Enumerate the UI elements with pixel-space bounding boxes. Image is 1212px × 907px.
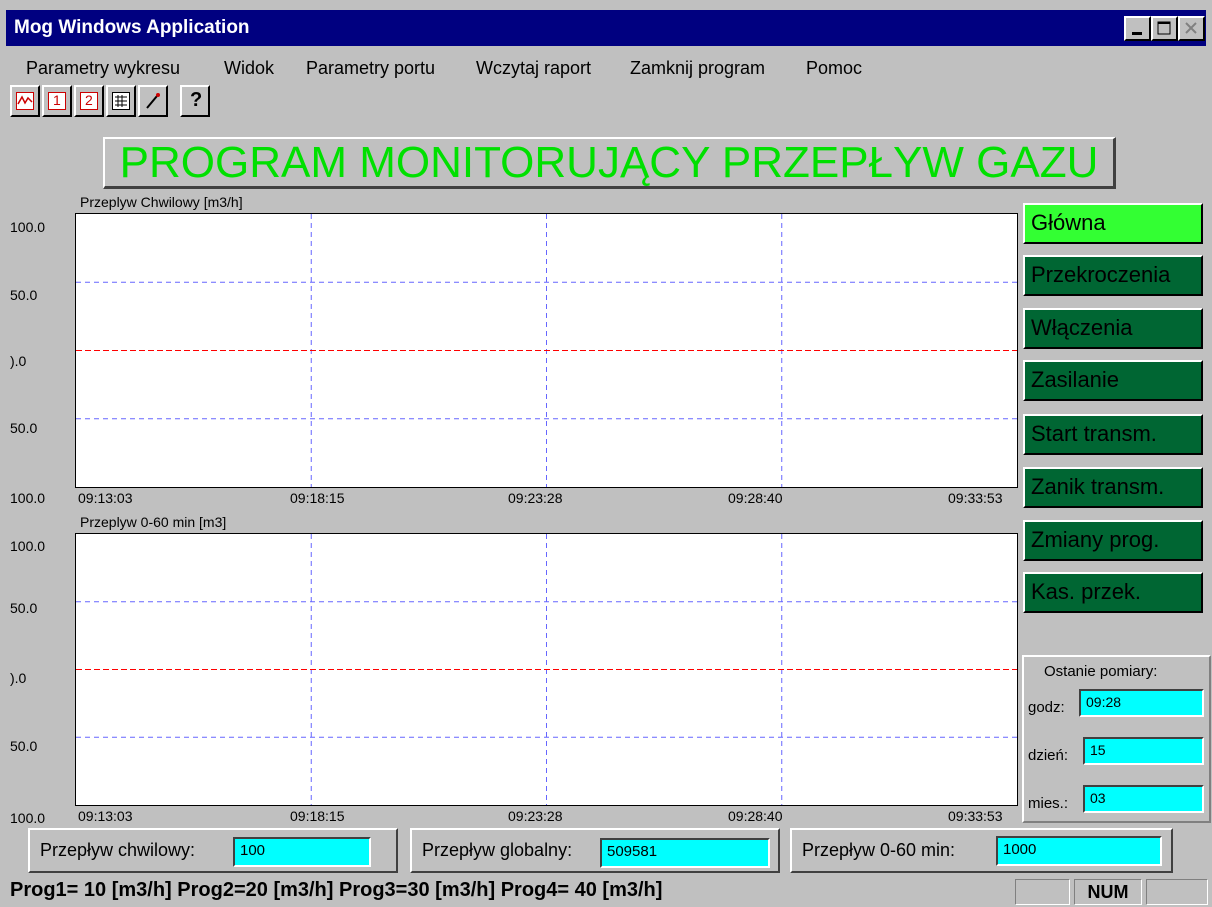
nav-przekroczenia[interactable]: Przekroczenia: [1023, 255, 1203, 296]
instant-flow-label: Przepływ chwilowy:: [40, 840, 196, 860]
chart1-xtick-3: 09:28:40: [728, 490, 783, 506]
help-icon: ?: [190, 89, 203, 111]
chart1-grid-svg: [76, 214, 1017, 487]
nav-kas-przek[interactable]: Kas. przek.: [1023, 572, 1203, 613]
hour-field[interactable]: 09:28: [1079, 689, 1204, 717]
instant-flow-panel: Przepływ chwilowy: 100: [28, 828, 398, 873]
chart2-grid-svg: [76, 534, 1017, 805]
window-flow-panel: Przepływ 0-60 min: 1000: [790, 828, 1173, 873]
toolbar-pen-button[interactable]: [138, 85, 168, 117]
menu-parametry-wykresu[interactable]: Parametry wykresu: [26, 58, 180, 79]
chart1-ytick-0: 100.0: [10, 219, 46, 235]
toolbar-1-text: 1: [53, 92, 61, 108]
chart2-xtick-1: 09:18:15: [290, 808, 345, 824]
status-bar: Prog1= 10 [m3/h] Prog2=20 [m3/h] Prog3=3…: [0, 876, 1212, 907]
chart-icon: [16, 92, 34, 110]
toolbar-help-button[interactable]: ?: [180, 85, 210, 117]
menu-pomoc[interactable]: Pomoc: [806, 58, 862, 79]
chart1-plot: [75, 213, 1018, 488]
chart2-ytick-1: 50.0: [10, 600, 38, 616]
minimize-icon: [1132, 32, 1142, 35]
close-icon: [1185, 22, 1197, 34]
toolbar-grid-button[interactable]: [106, 85, 136, 117]
program-banner: PROGRAM MONITORUJĄCY PRZEPŁYW GAZU: [103, 137, 1116, 189]
toolbar-1-button[interactable]: 1: [42, 85, 72, 117]
thresholds-status: Prog1= 10 [m3/h] Prog2=20 [m3/h] Prog3=3…: [10, 879, 663, 901]
chart2-plot: [75, 533, 1018, 806]
chart2-ytick-2: ).0: [10, 670, 27, 686]
month-label: mies.:: [1028, 795, 1069, 812]
global-flow-field[interactable]: 509581: [600, 838, 770, 868]
chart2-ytick-4: 100.0: [10, 810, 46, 826]
month-field[interactable]: 03: [1083, 785, 1204, 813]
chart2-xtick-0: 09:13:03: [78, 808, 133, 824]
nav-start-transm[interactable]: Start transm.: [1023, 414, 1203, 455]
window-flow-field[interactable]: 1000: [996, 836, 1162, 866]
app-window: Mog Windows Application Parametry wykres…: [0, 0, 1212, 907]
last-measurements-panel: Ostanie pomiary: godz: 09:28 dzień: 15 m…: [1022, 655, 1211, 823]
status-cell-empty-2: [1146, 879, 1208, 905]
chart1-xtick-2: 09:23:28: [508, 490, 563, 506]
nav-zasilanie[interactable]: Zasilanie: [1023, 360, 1203, 401]
grid-icon: [112, 92, 130, 110]
chart2-ytick-3: 50.0: [10, 738, 38, 754]
status-cell-empty: [1015, 879, 1070, 905]
maximize-button[interactable]: [1151, 16, 1178, 41]
chart1-ytick-2: ).0: [10, 353, 27, 369]
toolbar-chart-button[interactable]: [10, 85, 40, 117]
minimize-button[interactable]: [1124, 16, 1151, 41]
nav-zanik-transm[interactable]: Zanik transm.: [1023, 467, 1203, 508]
chart1-ytick-4: 100.0: [10, 490, 46, 506]
menu-parametry-portu[interactable]: Parametry portu: [306, 58, 435, 79]
chart1-xtick-1: 09:18:15: [290, 490, 345, 506]
global-flow-panel: Przepływ globalny: 509581: [410, 828, 780, 873]
nav-wlaczenia[interactable]: Włączenia: [1023, 308, 1203, 349]
maximize-icon: [1157, 21, 1171, 35]
instant-flow-field[interactable]: 100: [233, 837, 371, 867]
menu-bar: Parametry wykresu Widok Parametry portu …: [6, 52, 1206, 82]
chart1-xtick-4: 09:33:53: [948, 490, 1003, 506]
chart2-title: Przeplyw 0-60 min [m3]: [80, 514, 227, 530]
nav-zmiany-prog[interactable]: Zmiany prog.: [1023, 520, 1203, 561]
chart2-xtick-4: 09:33:53: [948, 808, 1003, 824]
day-field[interactable]: 15: [1083, 737, 1204, 765]
measurements-title: Ostanie pomiary:: [1044, 663, 1158, 680]
chart1-xtick-0: 09:13:03: [78, 490, 133, 506]
window-title: Mog Windows Application: [14, 17, 250, 38]
chart2-xtick-2: 09:23:28: [508, 808, 563, 824]
nav-glowna[interactable]: Główna: [1023, 203, 1203, 244]
chart2-xtick-3: 09:28:40: [728, 808, 783, 824]
chart2-ytick-0: 100.0: [10, 538, 46, 554]
toolbar-2-text: 2: [85, 92, 93, 108]
menu-zamknij-program[interactable]: Zamknij program: [630, 58, 765, 79]
window-flow-label: Przepływ 0-60 min:: [802, 840, 956, 860]
toolbar-2-button[interactable]: 2: [74, 85, 104, 117]
chart1-ytick-1: 50.0: [10, 287, 38, 303]
title-bar[interactable]: Mog Windows Application: [6, 10, 1206, 46]
chart1-title: Przeplyw Chwilowy [m3/h]: [80, 194, 243, 210]
chart1-ytick-3: 50.0: [10, 420, 38, 436]
pen-icon: [146, 93, 160, 109]
hour-label: godz:: [1028, 699, 1065, 716]
menu-wczytaj-raport[interactable]: Wczytaj raport: [476, 58, 591, 79]
menu-widok[interactable]: Widok: [224, 58, 274, 79]
day-label: dzień:: [1028, 747, 1069, 764]
num-lock-indicator: NUM: [1074, 879, 1142, 905]
global-flow-label: Przepływ globalny:: [422, 840, 573, 860]
close-button[interactable]: [1178, 16, 1205, 41]
